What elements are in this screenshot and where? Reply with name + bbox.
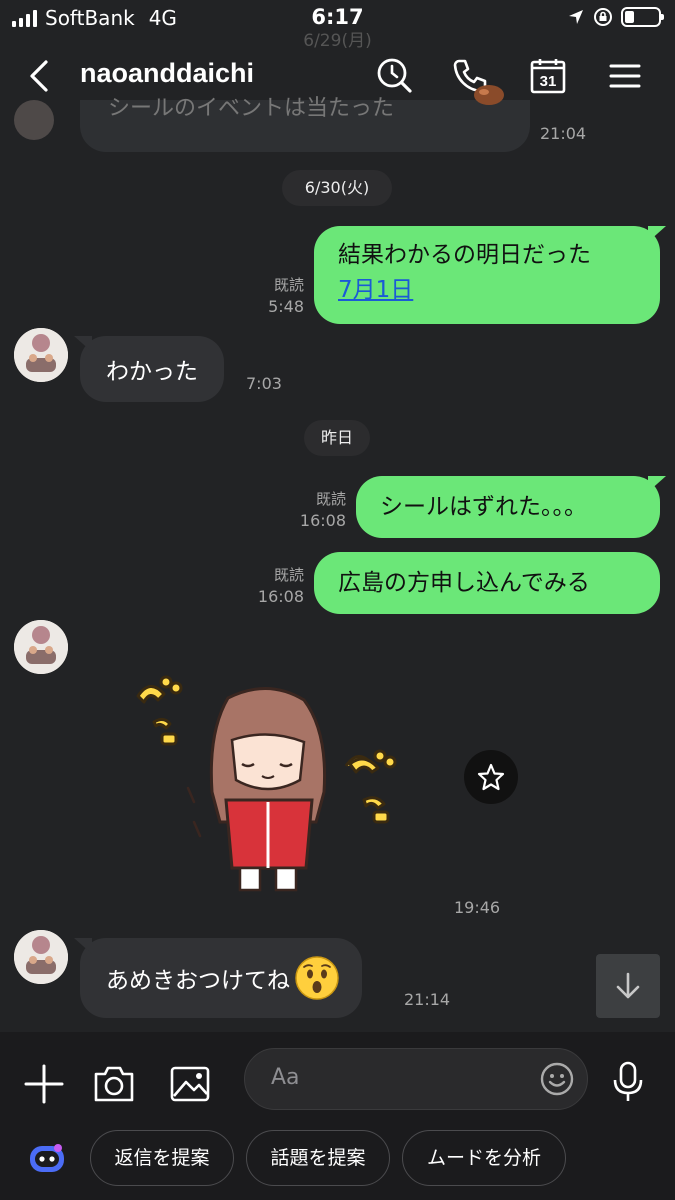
date-separator: 昨日 [304,420,370,456]
avatar[interactable] [14,930,68,984]
message-text: シールのイベントは当たった [108,96,395,121]
star-icon [477,763,505,791]
analyze-mood-chip[interactable]: ムードを分析 [402,1130,566,1186]
favorite-sticker-button[interactable] [464,750,518,804]
message-bubble-outgoing[interactable]: シールはずれた。。。 [356,476,660,538]
chat-title: naoanddaichi [80,58,255,88]
suggest-reply-chip[interactable]: 返信を提案 [90,1130,234,1186]
message-text: 結果わかるの明日だった [338,242,591,268]
calendar-day: 31 [540,73,557,90]
message-text: わかった [106,359,198,385]
emoji-sticker-icon [474,85,504,105]
bowing-girl-sticker[interactable] [128,672,408,902]
battery-icon [621,7,664,27]
avatar[interactable] [14,328,68,382]
menu-icon[interactable] [605,56,645,96]
message-bubble-outgoing[interactable]: 結果わかるの明日だった 7月1日 [314,226,660,324]
arrow-down-icon [616,972,640,999]
message-time: 16:08 [299,511,346,530]
back-arrow-icon[interactable] [22,58,58,94]
read-label: 既読 [315,490,346,508]
message-time: 21:14 [404,990,451,1009]
message-input[interactable]: Aa [244,1048,588,1110]
emoji-icon[interactable] [539,1061,575,1097]
location-icon [569,10,583,24]
ghost-date-label: 6/29(月) [303,31,372,51]
message-time: 19:46 [454,898,501,917]
message-list[interactable]: シールのイベントは当たった 21:04 6/30(火) 既読 5:48 結果わか… [0,85,675,1032]
input-placeholder: Aa [271,1065,300,1090]
camera-icon[interactable] [92,1062,136,1106]
plus-icon[interactable] [22,1062,66,1106]
message-bubble-incoming[interactable]: わかった [80,336,224,402]
read-label: 既読 [273,566,304,584]
microphone-icon[interactable] [610,1060,646,1104]
read-receipt: 既読 16:08 [296,488,346,532]
suggest-topic-chip[interactable]: 話題を提案 [246,1130,390,1186]
avatar[interactable] [14,620,68,674]
read-receipt: 既読 16:08 [254,564,304,608]
message-time: 21:04 [540,124,587,143]
message-time: 16:08 [257,587,304,606]
message-time: 5:48 [268,297,304,316]
message-bubble-outgoing[interactable]: 広島の方申し込んでみる [314,552,660,614]
calendar-icon[interactable]: 31 [528,56,568,96]
input-bar: Aa 返信を提案 話題を提案 ムードを分析 [0,1032,675,1200]
date-separator: 6/30(火) [282,170,392,206]
message-bubble-incoming[interactable]: あめきおつけてね [80,938,362,1018]
scroll-to-bottom-button[interactable] [596,954,660,1018]
ai-assistant-icon[interactable] [28,1142,66,1176]
message-text: あめきおつけてね [106,968,290,994]
previous-message: シールのイベントは当たった [14,85,544,152]
avatar [14,100,54,140]
rotation-lock-icon [594,8,612,26]
read-receipt: 既読 5:48 [252,274,304,318]
image-icon[interactable] [168,1062,212,1106]
message-text: シールはずれた。。。 [380,494,587,520]
date-link[interactable]: 7月1日 [338,277,413,303]
message-time: 7:03 [246,374,282,393]
surprised-emoji-icon [295,956,339,1000]
message-text: 広島の方申し込んでみる [338,570,590,596]
read-label: 既読 [273,276,304,294]
